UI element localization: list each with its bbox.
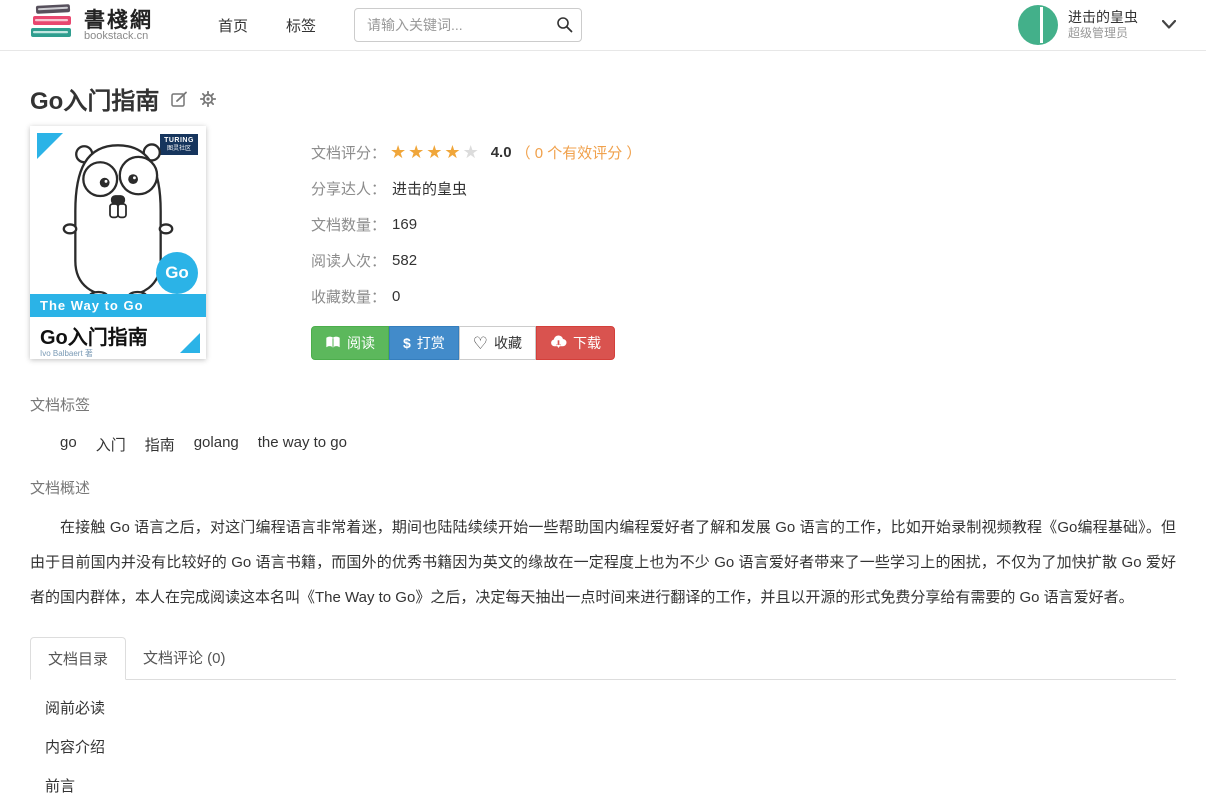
search-input[interactable] bbox=[354, 8, 582, 42]
chevron-down-icon[interactable] bbox=[1162, 16, 1176, 34]
edit-icon[interactable] bbox=[171, 91, 188, 107]
tag-item[interactable]: 入门 bbox=[96, 434, 126, 455]
nav-item-home[interactable]: 首页 bbox=[218, 15, 248, 36]
navbar: 書棧網 bookstack.cn 首页 标签 进击的皇虫 超级管理员 bbox=[0, 0, 1206, 51]
read-button[interactable]: 阅读 bbox=[311, 326, 389, 360]
cover-banner: The Way to Go bbox=[30, 294, 206, 317]
download-button[interactable]: 下载 bbox=[536, 326, 615, 360]
nav-links: 首页 标签 bbox=[218, 15, 316, 36]
rating-note: （ 0 个有效评分 ） bbox=[516, 142, 642, 163]
toc-item[interactable]: 阅前必读 bbox=[30, 688, 1176, 727]
overview-heading: 文档概述 bbox=[30, 477, 1176, 498]
tab-doc-toc[interactable]: 文档目录 bbox=[30, 637, 126, 680]
search-icon[interactable] bbox=[556, 16, 573, 38]
book-header: TURING 图灵社区 bbox=[30, 126, 1176, 360]
title-row: Go入门指南 bbox=[30, 81, 1176, 116]
logo-books-icon bbox=[30, 3, 76, 48]
logo[interactable]: 書棧網 bookstack.cn bbox=[30, 3, 153, 48]
cover-corner-decoration bbox=[180, 333, 200, 353]
toc-list: 阅前必读 内容介绍 前言 第1章：Go 语言的起源，发展与普及 第2章：安装与运… bbox=[30, 688, 1176, 799]
collect-count-row: 收藏数量： 0 bbox=[311, 278, 641, 314]
tab-doc-comments[interactable]: 文档评论 (0) bbox=[126, 637, 243, 680]
rating-stars: ★★★★★ bbox=[390, 142, 481, 163]
go-logo-badge: Go bbox=[156, 252, 198, 294]
book-cover[interactable]: TURING 图灵社区 bbox=[30, 126, 206, 359]
cover-author: Ivo Balbaert 著 bbox=[40, 348, 93, 359]
user-role: 超级管理员 bbox=[1068, 26, 1138, 41]
gear-icon[interactable] bbox=[200, 91, 216, 107]
sharer-row: 分享达人： 进击的皇虫 bbox=[311, 170, 641, 206]
tag-item[interactable]: the way to go bbox=[258, 434, 347, 455]
dollar-icon: $ bbox=[403, 335, 411, 351]
action-buttons: 阅读 $ 打赏 ♡ 收藏 bbox=[311, 326, 615, 360]
book-info: 文档评分： ★★★★★ 4.0 （ 0 个有效评分 ） 分享达人： 进击的皇虫 … bbox=[311, 126, 641, 360]
rating-row: 文档评分： ★★★★★ 4.0 （ 0 个有效评分 ） bbox=[311, 134, 641, 170]
user-menu[interactable]: 进击的皇虫 超级管理员 bbox=[1018, 5, 1176, 45]
tag-list: go 入门 指南 golang the way to go bbox=[30, 434, 1176, 455]
book-icon bbox=[325, 335, 341, 352]
collect-count-value: 0 bbox=[392, 288, 400, 305]
toc-item[interactable]: 内容介绍 bbox=[30, 727, 1176, 766]
doc-count-value: 169 bbox=[392, 216, 417, 233]
cloud-download-icon bbox=[550, 335, 567, 352]
nav-item-tags[interactable]: 标签 bbox=[286, 15, 316, 36]
rating-value: 4.0 bbox=[491, 144, 512, 161]
tag-item[interactable]: golang bbox=[194, 434, 239, 455]
rating-label: 文档评分： bbox=[311, 142, 386, 163]
tag-item[interactable]: go bbox=[60, 434, 77, 455]
overview-text: 在接触 Go 语言之后，对这门编程语言非常着迷，期间也陆陆续续开始一些帮助国内编… bbox=[30, 510, 1176, 615]
logo-title: 書棧網 bbox=[84, 9, 153, 31]
collect-button[interactable]: ♡ 收藏 bbox=[459, 326, 536, 360]
user-name: 进击的皇虫 bbox=[1068, 9, 1138, 27]
tags-heading: 文档标签 bbox=[30, 394, 1176, 415]
search-box bbox=[354, 8, 582, 42]
toc-item[interactable]: 前言 bbox=[30, 766, 1176, 799]
donate-button[interactable]: $ 打赏 bbox=[389, 326, 459, 360]
tab-bar: 文档目录 文档评论 (0) bbox=[30, 637, 1176, 680]
sharer-value: 进击的皇虫 bbox=[392, 178, 467, 199]
read-count-value: 582 bbox=[392, 252, 417, 269]
heart-icon: ♡ bbox=[473, 335, 488, 352]
page-title: Go入门指南 bbox=[30, 81, 159, 116]
cover-title: Go入门指南 bbox=[40, 321, 148, 350]
tag-item[interactable]: 指南 bbox=[145, 434, 175, 455]
doc-count-row: 文档数量： 169 bbox=[311, 206, 641, 242]
main-content: Go入门指南 TURING bbox=[0, 81, 1206, 799]
avatar[interactable] bbox=[1018, 5, 1058, 45]
logo-subtitle: bookstack.cn bbox=[84, 31, 153, 43]
read-count-row: 阅读人次： 582 bbox=[311, 242, 641, 278]
